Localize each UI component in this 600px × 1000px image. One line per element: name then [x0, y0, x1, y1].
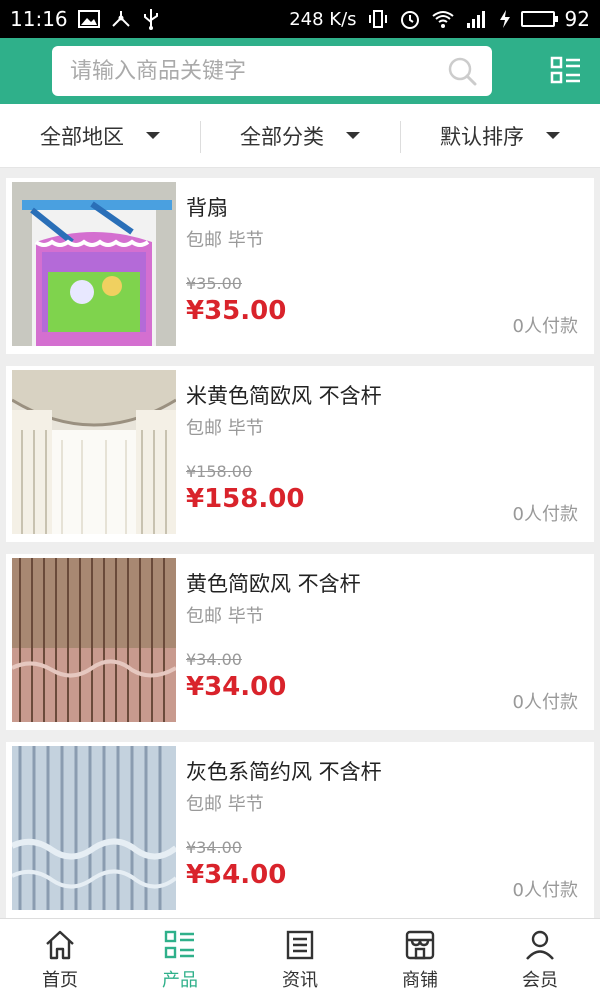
alarm-icon: [399, 8, 421, 30]
share-icon: [110, 9, 132, 29]
status-bar: 11:16 248 K/s 92: [0, 0, 600, 38]
nav-home-label: 首页: [42, 969, 78, 991]
header: [0, 38, 600, 104]
product-paid-count: 0人付款: [512, 316, 578, 337]
product-shipping: 包邮 毕节: [186, 230, 264, 251]
product-shipping: 包邮 毕节: [186, 418, 264, 439]
nav-shop-label: 商铺: [402, 969, 438, 991]
product-paid-count: 0人付款: [512, 692, 578, 713]
product-card[interactable]: 背扇 包邮 毕节 ¥35.00 ¥35.00 0人付款: [6, 178, 594, 354]
product-price: ¥35.00: [186, 296, 287, 326]
news-icon: [286, 930, 314, 959]
bottom-nav: 首页 产品 资讯 商铺 会员: [0, 918, 600, 1000]
usb-icon: [142, 8, 160, 30]
product-price: ¥34.00: [186, 860, 287, 890]
list-icon: [164, 930, 194, 958]
filter-bar: 全部地区 全部分类 默认排序: [0, 104, 600, 168]
nav-news[interactable]: 资讯: [240, 919, 360, 1000]
product-image[interactable]: [12, 182, 176, 346]
product-image[interactable]: [12, 370, 176, 534]
product-image[interactable]: [12, 558, 176, 722]
search-box[interactable]: [52, 46, 492, 96]
network-speed: 248 K/s: [289, 8, 357, 30]
product-paid-count: 0人付款: [512, 880, 578, 901]
caret-down-icon: [546, 132, 560, 139]
filter-category[interactable]: 全部分类: [200, 104, 400, 167]
product-name[interactable]: 黄色简欧风 不含杆: [186, 568, 361, 598]
home-icon: [46, 930, 74, 959]
nav-home[interactable]: 首页: [0, 919, 120, 1000]
product-card[interactable]: 灰色系简约风 不含杆 包邮 毕节 ¥34.00 ¥34.00 0人付款: [6, 742, 594, 918]
shop-icon: [405, 930, 435, 959]
nav-products-label: 产品: [162, 969, 198, 991]
product-paid-count: 0人付款: [512, 504, 578, 525]
nav-products[interactable]: 产品: [120, 919, 240, 1000]
wifi-icon: [431, 9, 455, 29]
nav-news-label: 资讯: [282, 969, 318, 991]
search-input[interactable]: [70, 58, 446, 84]
battery-level: 92: [564, 7, 590, 31]
product-old-price: ¥158.00: [186, 462, 253, 481]
filter-sort[interactable]: 默认排序: [400, 104, 600, 167]
product-price: ¥34.00: [186, 672, 287, 702]
product-name[interactable]: 背扇: [186, 192, 228, 222]
vibrate-icon: [367, 9, 389, 29]
category-menu-icon[interactable]: [550, 55, 582, 87]
nav-member[interactable]: 会员: [480, 919, 600, 1000]
search-icon[interactable]: [446, 55, 478, 87]
image-icon: [77, 10, 100, 28]
product-name[interactable]: 米黄色简欧风 不含杆: [186, 380, 382, 410]
product-old-price: ¥34.00: [186, 838, 242, 857]
product-old-price: ¥35.00: [186, 274, 242, 293]
filter-sort-label: 默认排序: [440, 124, 524, 149]
nav-shop[interactable]: 商铺: [360, 919, 480, 1000]
signal-icon: [465, 9, 489, 29]
caret-down-icon: [146, 132, 160, 139]
caret-down-icon: [346, 132, 360, 139]
filter-category-label: 全部分类: [240, 124, 324, 149]
product-old-price: ¥34.00: [186, 650, 242, 669]
product-price: ¥158.00: [186, 484, 305, 514]
product-image[interactable]: [12, 746, 176, 910]
product-card[interactable]: 黄色简欧风 不含杆 包邮 毕节 ¥34.00 ¥34.00 0人付款: [6, 554, 594, 730]
product-name[interactable]: 灰色系简约风 不含杆: [186, 756, 382, 786]
status-time: 11:16: [10, 7, 68, 31]
product-shipping: 包邮 毕节: [186, 606, 264, 627]
filter-region-label: 全部地区: [40, 124, 124, 149]
user-icon: [526, 930, 554, 960]
product-shipping: 包邮 毕节: [186, 794, 264, 815]
filter-region[interactable]: 全部地区: [0, 104, 200, 167]
product-card[interactable]: 米黄色简欧风 不含杆 包邮 毕节 ¥158.00 ¥158.00 0人付款: [6, 366, 594, 542]
battery-icon: [520, 11, 558, 27]
nav-member-label: 会员: [522, 969, 558, 991]
charging-icon: [499, 9, 511, 29]
